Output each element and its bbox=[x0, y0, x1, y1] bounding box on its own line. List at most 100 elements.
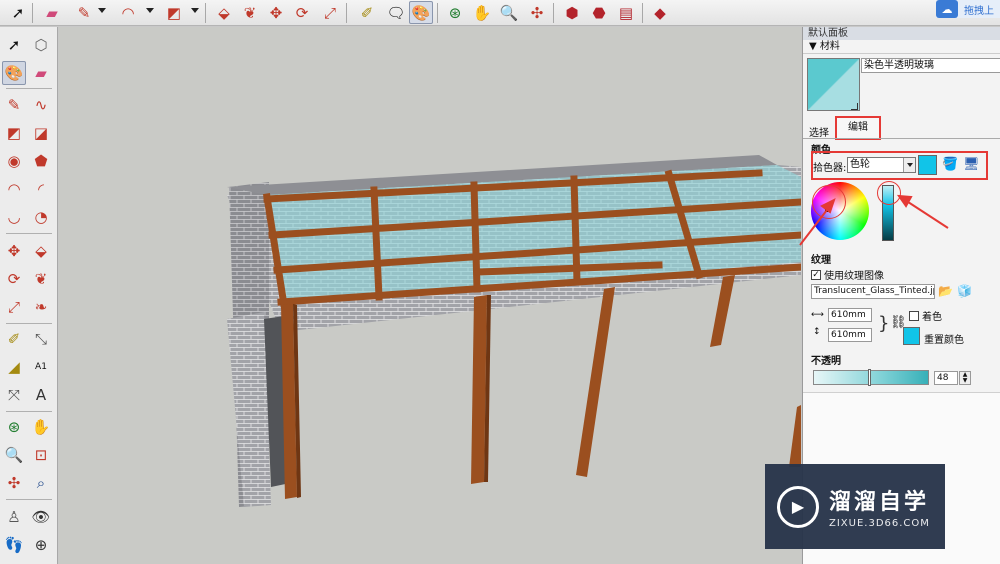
left-toolbar: ➚ ⬡ 🎨 ▰ ✎ ∿ ◩ ◪ ◉ ⬟ ◠ ◜ ◡ ◔ ✥ ⬙ ⟳ ❦ ⤢ ❧ … bbox=[0, 27, 58, 564]
arc-icon[interactable]: ◠ bbox=[2, 177, 26, 201]
rectangle-icon[interactable]: ◩ bbox=[162, 1, 186, 24]
rotated-rectangle-icon[interactable]: ◪ bbox=[29, 121, 53, 145]
zoom-extents-icon[interactable]: ✣ bbox=[2, 471, 26, 495]
color-picker-select[interactable]: 色轮 bbox=[847, 157, 916, 173]
match-screen-color-icon[interactable]: 🖥 bbox=[963, 157, 980, 173]
tape-measure-icon[interactable]: ✐ bbox=[355, 1, 379, 24]
pencil-icon[interactable]: ✎ bbox=[2, 93, 26, 117]
follow-me-icon[interactable]: ❦ bbox=[238, 1, 262, 24]
axes-icon[interactable]: ⤧ bbox=[2, 383, 26, 407]
previous-view-icon[interactable]: ⌕ bbox=[29, 471, 53, 495]
opacity-slider[interactable] bbox=[813, 370, 929, 385]
watermark-overlay: ▶ 溜溜自学 ZIXUE.3D66.COM bbox=[765, 464, 945, 549]
polygon-icon[interactable]: ⬟ bbox=[29, 149, 53, 173]
cloud-upload-button[interactable]: ☁ 拖拽上 bbox=[936, 0, 1000, 18]
toolbar-divider bbox=[6, 323, 52, 324]
push-pull-icon[interactable]: ⬙ bbox=[29, 239, 53, 263]
freehand-icon[interactable]: ∿ bbox=[29, 93, 53, 117]
reset-color-label: 重置颜色 bbox=[924, 335, 964, 346]
tape-measure-icon[interactable]: ✐ bbox=[2, 327, 26, 351]
current-color-swatch[interactable] bbox=[918, 155, 937, 175]
toolbar-divider bbox=[205, 3, 206, 23]
opacity-slider-thumb[interactable] bbox=[868, 369, 871, 386]
rotate-icon[interactable]: ⟳ bbox=[290, 1, 314, 24]
watermark-url: ZIXUE.3D66.COM bbox=[829, 518, 930, 529]
3d-text-icon[interactable]: A bbox=[29, 383, 53, 407]
toolbar-divider bbox=[6, 88, 52, 89]
pan-hand-icon[interactable]: ✋ bbox=[470, 1, 494, 24]
scale-icon[interactable]: ⤢ bbox=[2, 295, 26, 319]
colorize-checkbox[interactable]: 着色 bbox=[909, 308, 942, 323]
rectangle-dropdown-icon[interactable] bbox=[191, 8, 199, 13]
aspect-bracket-icon: } bbox=[878, 313, 890, 334]
dimension-icon[interactable]: ⤡ bbox=[29, 327, 53, 351]
checkbox-checked-icon: ✓ bbox=[811, 269, 821, 280]
orbit-icon[interactable]: ⊛ bbox=[2, 415, 26, 439]
browse-folder-icon[interactable]: 📂 bbox=[938, 284, 953, 298]
follow-me-icon[interactable]: ❦ bbox=[29, 267, 53, 291]
text-label-icon[interactable]: 🗨 bbox=[384, 1, 408, 24]
arc-icon[interactable]: ◠ bbox=[116, 1, 140, 24]
make-component-icon[interactable]: ⬡ bbox=[29, 33, 53, 57]
toolbar-divider bbox=[6, 233, 52, 234]
move-icon[interactable]: ✥ bbox=[2, 239, 26, 263]
use-texture-checkbox[interactable]: ✓ 使用纹理图像 bbox=[811, 267, 884, 282]
zoom-window-icon[interactable]: ⊡ bbox=[29, 443, 53, 467]
arc-dropdown-icon[interactable] bbox=[146, 8, 154, 13]
toolbar-divider bbox=[553, 3, 554, 23]
toolbar-divider bbox=[32, 3, 33, 23]
select-arrow-icon[interactable]: ➚ bbox=[6, 1, 30, 24]
rectangle-icon[interactable]: ◩ bbox=[2, 121, 26, 145]
materials-header[interactable]: ▼ 材料 bbox=[803, 40, 1000, 54]
tab-edit[interactable]: 编辑 bbox=[835, 116, 881, 140]
paint-bucket-icon[interactable]: 🎨 bbox=[2, 61, 26, 85]
walk-icon[interactable]: 👣 bbox=[2, 533, 26, 557]
ruby-gem-icon[interactable]: ◆ bbox=[648, 1, 672, 24]
look-around-icon[interactable]: 👁 bbox=[29, 505, 53, 529]
picker-value: 色轮 bbox=[850, 159, 870, 170]
zoom-extents-icon[interactable]: ✣ bbox=[525, 1, 549, 24]
warehouse-icon[interactable]: ⬢ bbox=[560, 1, 584, 24]
sample-paint-icon[interactable]: 🪣 bbox=[942, 157, 958, 173]
width-arrow-icon: ⟷ bbox=[811, 310, 824, 320]
reset-color-swatch[interactable] bbox=[903, 327, 920, 345]
text-label-icon[interactable]: A1 bbox=[29, 355, 53, 379]
edit-texture-icon[interactable]: 🧊 bbox=[957, 284, 972, 298]
texture-file-field[interactable]: Translucent_Glass_Tinted.jpg bbox=[811, 284, 935, 299]
scale-icon[interactable]: ⤢ bbox=[318, 1, 342, 24]
opacity-spinner[interactable]: ▲ ▼ bbox=[959, 371, 971, 385]
select-arrow-icon[interactable]: ➚ bbox=[2, 33, 26, 57]
rotate-icon[interactable]: ⟳ bbox=[2, 267, 26, 291]
protractor-icon[interactable]: ◢ bbox=[2, 355, 26, 379]
wheel-highlight-circle bbox=[812, 185, 846, 219]
drawing-viewport[interactable] bbox=[59, 27, 801, 564]
tab-select[interactable]: 选择 bbox=[809, 124, 829, 139]
texture-width-field[interactable]: 610mm bbox=[828, 308, 872, 322]
eraser-icon[interactable]: ▰ bbox=[29, 61, 53, 85]
section-plane-icon[interactable]: ⊕ bbox=[29, 533, 53, 557]
two-point-arc-icon[interactable]: ◜ bbox=[29, 177, 53, 201]
position-camera-icon[interactable]: ♙ bbox=[2, 505, 26, 529]
line-dropdown-icon[interactable] bbox=[98, 8, 106, 13]
orbit-icon[interactable]: ⊛ bbox=[443, 1, 467, 24]
eraser-icon[interactable]: ▰ bbox=[40, 1, 64, 24]
pan-hand-icon[interactable]: ✋ bbox=[29, 415, 53, 439]
texture-height-field[interactable]: 610mm bbox=[828, 328, 872, 342]
send-to-layout-icon[interactable]: ▤ bbox=[614, 1, 638, 24]
pie-icon[interactable]: ◔ bbox=[29, 205, 53, 229]
three-point-arc-icon[interactable]: ◡ bbox=[2, 205, 26, 229]
offset-icon[interactable]: ❧ bbox=[29, 295, 53, 319]
push-pull-icon[interactable]: ⬙ bbox=[212, 1, 236, 24]
toolbar-divider bbox=[437, 3, 438, 23]
circle-icon[interactable]: ◉ bbox=[2, 149, 26, 173]
zoom-icon[interactable]: 🔍 bbox=[497, 1, 521, 24]
zoom-icon[interactable]: 🔍 bbox=[2, 443, 26, 467]
move-icon[interactable]: ✥ bbox=[264, 1, 288, 24]
brightness-highlight-circle bbox=[877, 181, 901, 205]
opacity-value-field[interactable]: 48 bbox=[934, 371, 958, 385]
pencil-icon[interactable]: ✎ bbox=[72, 1, 96, 24]
paint-bucket-icon[interactable]: 🎨 bbox=[409, 1, 433, 24]
cloud-icon: ☁ bbox=[936, 0, 958, 18]
material-name-field[interactable]: 染色半透明玻璃 bbox=[861, 58, 1000, 73]
extension-warehouse-icon[interactable]: ⬣ bbox=[587, 1, 611, 24]
